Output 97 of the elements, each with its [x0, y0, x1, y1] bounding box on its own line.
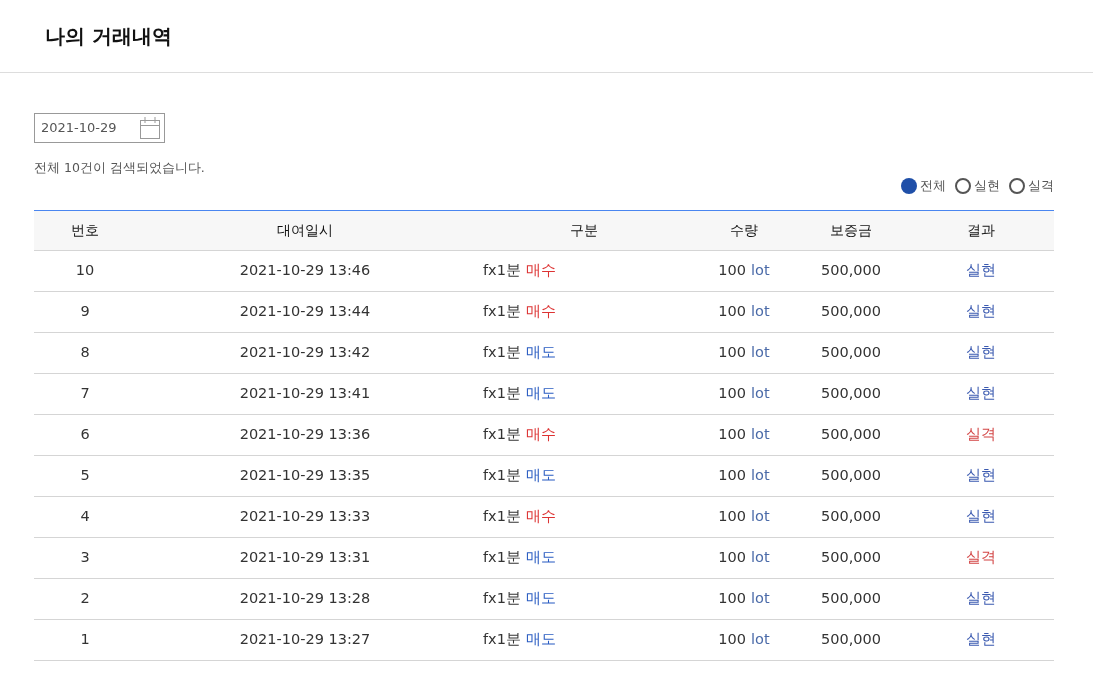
unit-label: lot	[751, 629, 770, 649]
unit-label: lot	[751, 301, 770, 321]
column-header: 보증금	[830, 221, 872, 238]
unit-label: lot	[751, 342, 770, 362]
table-cell: 7	[80, 384, 90, 401]
result-status: 실격	[966, 425, 996, 442]
column-header: 번호	[71, 221, 99, 238]
unit-label: lot	[751, 588, 770, 608]
calendar-icon[interactable]	[140, 117, 160, 139]
table-cell-text: fx1분	[483, 547, 521, 567]
trade-side: 매수	[525, 260, 556, 280]
table-cell-text: 100	[718, 301, 747, 321]
table-cell: 2	[80, 589, 90, 606]
table-cell: 5	[80, 466, 90, 483]
table-cell-text: fx1분	[483, 342, 521, 362]
table-cell: 500,000	[821, 630, 881, 647]
date-field[interactable]: 2021-10-29	[34, 113, 165, 143]
table-cell: 3	[80, 548, 90, 565]
result-status: 실격	[966, 548, 996, 565]
column-header: 대여일시	[277, 221, 333, 238]
trade-side: 매수	[525, 506, 556, 526]
result-status: 실현	[966, 589, 996, 606]
table-cell: 2021-10-29 13:35	[239, 466, 371, 483]
table-cell: 2021-10-29 13:28	[239, 589, 371, 606]
table-cell-text: fx1분	[483, 629, 521, 649]
table-cell: 8	[80, 343, 90, 360]
table-cell-text: 100	[718, 465, 747, 485]
unit-label: lot	[751, 260, 770, 280]
table-cell-text: fx1분	[483, 465, 521, 485]
result-status: 실현	[966, 261, 996, 278]
table-cell: 500,000	[821, 261, 881, 278]
column-header: 결과	[967, 221, 995, 238]
radio-button[interactable]	[955, 178, 971, 194]
table-cell-text: fx1분	[483, 383, 521, 403]
result-status: 실현	[966, 343, 996, 360]
unit-label: lot	[751, 547, 770, 567]
result-status: 실현	[966, 630, 996, 647]
trade-side: 매도	[525, 342, 556, 362]
column-header: 구분	[570, 221, 598, 238]
table-cell: 1	[80, 630, 90, 647]
radio-button[interactable]	[1009, 178, 1025, 194]
unit-label: lot	[751, 506, 770, 526]
table-cell: 500,000	[821, 589, 881, 606]
table-cell-text: 100	[718, 424, 747, 444]
table-cell: 500,000	[821, 425, 881, 442]
result-status: 실현	[966, 302, 996, 319]
unit-label: lot	[751, 383, 770, 403]
table-cell-text: fx1분	[483, 301, 521, 321]
table-cell-text: 100	[718, 342, 747, 362]
trade-side: 매도	[525, 547, 556, 567]
trade-side: 매도	[525, 588, 556, 608]
radio-label[interactable]: 실격	[1028, 176, 1054, 196]
table-cell: 2021-10-29 13:44	[239, 302, 371, 319]
table-cell-text: 100	[718, 506, 747, 526]
trade-side: 매도	[525, 465, 556, 485]
page-title: 나의 거래내역	[45, 23, 172, 50]
table-cell-text: fx1분	[483, 506, 521, 526]
table-cell-text: 100	[718, 383, 747, 403]
table-cell: 4	[80, 507, 90, 524]
table-cell-text: 100	[718, 629, 747, 649]
table-cell-text: 100	[718, 588, 747, 608]
table-cell: 500,000	[821, 548, 881, 565]
table-cell: 10	[75, 261, 95, 278]
unit-label: lot	[751, 465, 770, 485]
table-cell-text: 100	[718, 260, 747, 280]
table-cell: 2021-10-29 13:27	[239, 630, 371, 647]
table-cell: 500,000	[821, 343, 881, 360]
table-cell-text: fx1분	[483, 260, 521, 280]
table-cell: 2021-10-29 13:46	[239, 261, 371, 278]
result-status: 실현	[966, 466, 996, 483]
column-header: 수량	[730, 221, 758, 238]
result-status: 실현	[966, 384, 996, 401]
table-cell-text: fx1분	[483, 588, 521, 608]
result-count: 전체 10건이 검색되었습니다.	[34, 159, 205, 177]
trade-side: 매도	[525, 629, 556, 649]
table-cell: 2021-10-29 13:36	[239, 425, 371, 442]
trade-side: 매수	[525, 301, 556, 321]
radio-label[interactable]: 전체	[920, 176, 946, 196]
table-cell: 500,000	[821, 302, 881, 319]
radio-button[interactable]	[901, 178, 917, 194]
result-status: 실현	[966, 507, 996, 524]
radio-label[interactable]: 실현	[974, 176, 1000, 196]
date-value: 2021-10-29	[41, 118, 131, 138]
table-cell: 2021-10-29 13:41	[239, 384, 371, 401]
trade-side: 매수	[525, 424, 556, 444]
table-cell: 2021-10-29 13:33	[239, 507, 371, 524]
table-cell: 6	[80, 425, 90, 442]
table-cell: 500,000	[821, 466, 881, 483]
trade-side: 매도	[525, 383, 556, 403]
table-cell: 9	[80, 302, 90, 319]
table-cell: 2021-10-29 13:42	[239, 343, 371, 360]
unit-label: lot	[751, 424, 770, 444]
table-cell-text: fx1분	[483, 424, 521, 444]
table-cell: 500,000	[821, 384, 881, 401]
table-cell: 500,000	[821, 507, 881, 524]
table-cell-text: 100	[718, 547, 747, 567]
table-cell: 2021-10-29 13:31	[239, 548, 371, 565]
